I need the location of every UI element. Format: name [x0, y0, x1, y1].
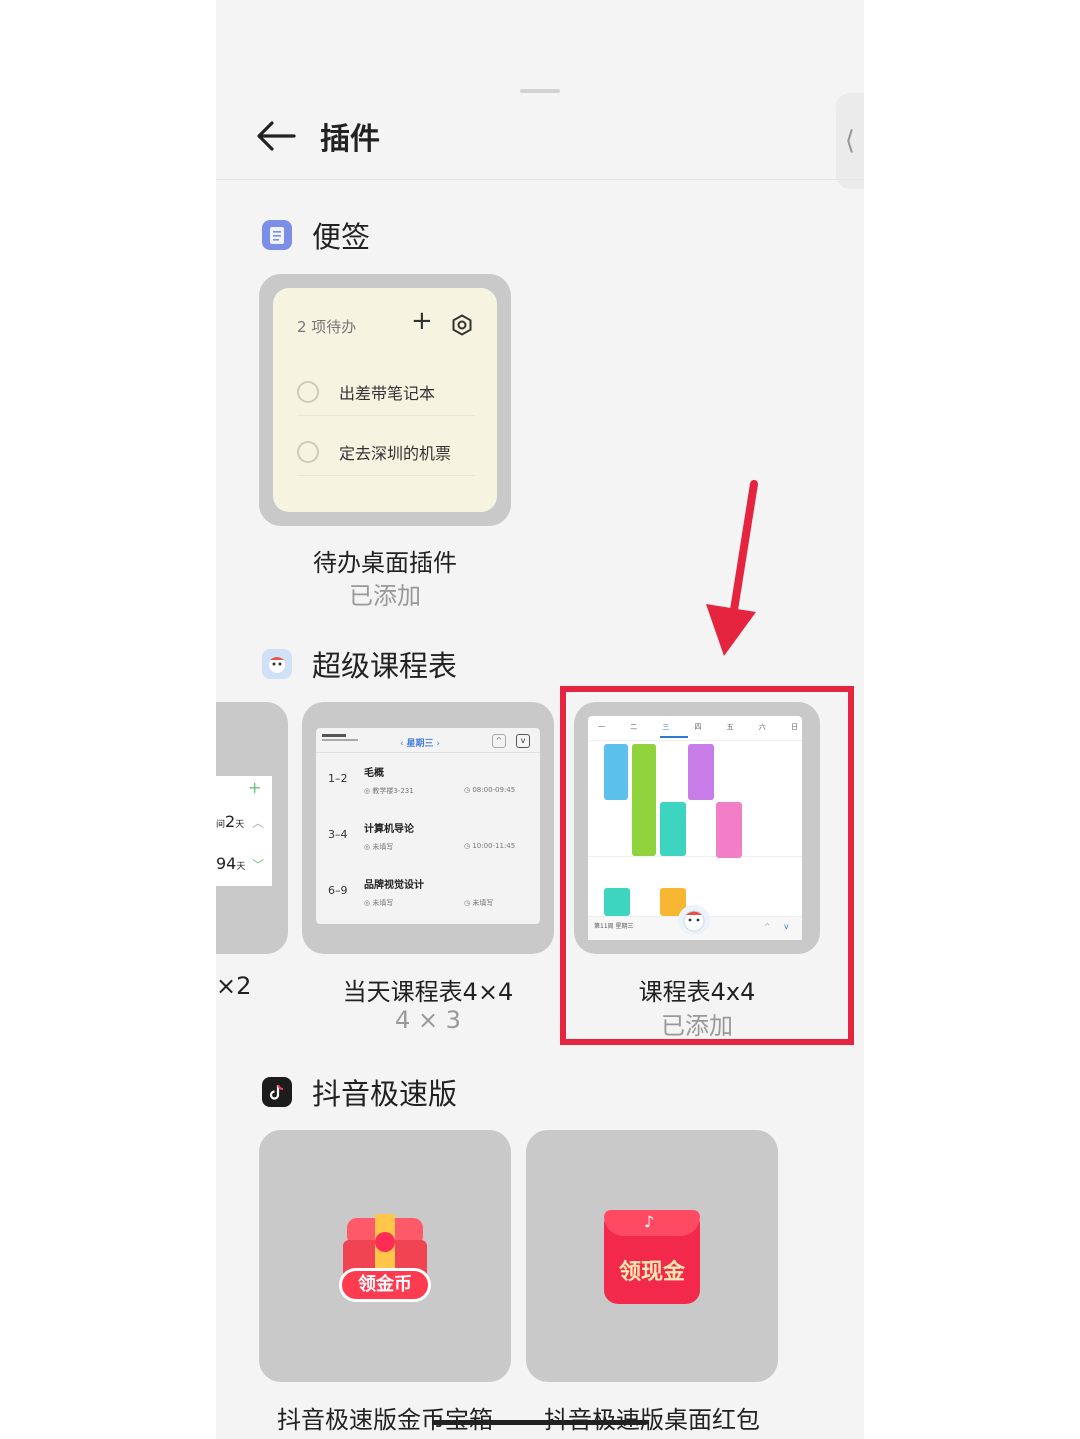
period: 1–2 [328, 772, 348, 785]
settings-icon [452, 314, 472, 336]
douyin-logo-icon: ♪ [644, 1212, 655, 1231]
chevron-up-icon: ︿ [252, 816, 265, 830]
widget-name: 待办桌面插件 [313, 549, 457, 577]
widget-card-day-schedule[interactable]: ‹ 星期三 › ^ v 1–2 毛概 ◎ 教学楼3-231 ◷ 08:00-09… [302, 702, 554, 954]
douyin-app-icon [262, 1077, 292, 1107]
notes-app-icon [262, 220, 292, 250]
section-title: 抖音极速版 [312, 1077, 458, 1111]
course-room: ◎ 未填写 [364, 899, 394, 907]
widget-status: 已添加 [349, 582, 421, 610]
add-icon: + [248, 778, 262, 797]
claim-coin-label: 领金币 [339, 1268, 431, 1302]
add-todo-icon: + [411, 306, 433, 336]
widget-name: 当天课程表4×4 [342, 978, 514, 1006]
widget-name: 抖音极速版桌面红包 [544, 1406, 760, 1434]
todo-item: 定去深圳的机票 [297, 428, 475, 476]
countdown-widget-preview: + 间2天 94天 ︿ ﹀ [216, 776, 272, 886]
treasure-chest-icon: 领金币 [339, 1210, 431, 1306]
widget-name: ×2 [216, 972, 252, 1000]
period: 3–4 [328, 828, 348, 841]
drag-handle[interactable] [520, 89, 560, 93]
claim-cash-label: 领现金 [618, 1260, 685, 1285]
todo-widget-preview: 2 项待办 + 出差带笔记本 定去深圳的机票 [273, 288, 497, 512]
red-arrow-annotation [706, 480, 758, 656]
back-button[interactable] [254, 116, 298, 156]
widget-card-red-packet[interactable]: ♪ 领现金 [526, 1130, 778, 1382]
widget-card-countdown[interactable]: + 间2天 94天 ︿ ﹀ [216, 702, 288, 954]
course-name: 计算机导论 [364, 824, 414, 835]
course-room: ◎ 未填写 [364, 843, 394, 851]
widget-card-coin-box[interactable]: 领金币 [259, 1130, 511, 1382]
widget-status: 4 × 3 [395, 1006, 461, 1034]
chevron-down-icon: v [516, 734, 530, 748]
checkbox-icon [297, 380, 319, 403]
schedule-app-icon [262, 649, 292, 679]
period: 6–9 [328, 884, 348, 897]
course-name: 毛概 [364, 768, 384, 779]
widget-card-todo[interactable]: 2 项待办 + 出差带笔记本 定去深圳的机票 [259, 274, 511, 526]
day-schedule-preview: ‹ 星期三 › ^ v 1–2 毛概 ◎ 教学楼3-231 ◷ 08:00-09… [316, 728, 540, 924]
chevron-down-icon: ﹀ [252, 858, 265, 872]
section-title: 超级课程表 [312, 649, 458, 683]
header: 插件 [216, 100, 864, 180]
checkbox-icon [297, 440, 319, 463]
countdown-row: 间2天 [216, 812, 245, 831]
todo-text: 定去深圳的机票 [339, 443, 452, 463]
todo-text: 出差带笔记本 [339, 383, 436, 403]
back-arrow-icon [257, 121, 296, 151]
countdown-row: 94天 [216, 854, 246, 873]
section-title: 便签 [312, 220, 371, 254]
highlight-box [560, 686, 854, 1045]
todo-item: 出差带笔记本 [297, 368, 475, 416]
course-room: ◎ 教学楼3-231 [364, 787, 414, 795]
course-time: ◷ 10:00-11:45 [464, 842, 516, 850]
chevron-up-icon: ^ [492, 734, 506, 748]
red-packet-icon: ♪ 领现金 [604, 1210, 700, 1304]
section-schedule-header: 超级课程表 [262, 644, 457, 684]
widget-name: 抖音极速版金币宝箱 [277, 1406, 493, 1434]
course-name: 品牌视觉设计 [364, 880, 424, 891]
course-time: ◷ 08:00-09:45 [464, 786, 516, 794]
day-switcher: ‹ 星期三 › [400, 739, 440, 749]
section-notes-header: 便签 [262, 215, 370, 255]
home-indicator[interactable] [432, 1420, 648, 1425]
section-douyin-header: 抖音极速版 [262, 1072, 457, 1112]
course-time: ◷ 未填写 [464, 899, 494, 907]
todo-count: 2 项待办 [297, 318, 357, 336]
date-text [322, 734, 362, 744]
page-title: 插件 [320, 122, 380, 157]
